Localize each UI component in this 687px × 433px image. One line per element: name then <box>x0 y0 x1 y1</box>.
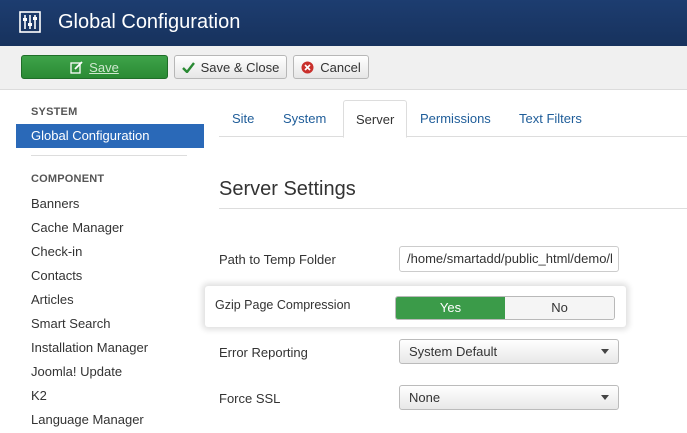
sidebar-item-joomla-update[interactable]: Joomla! Update <box>31 364 122 379</box>
check-icon <box>181 61 195 73</box>
save-button[interactable]: Save <box>21 55 168 79</box>
sidebar-item-cache-manager[interactable]: Cache Manager <box>31 220 124 235</box>
sidebar-item-check-in[interactable]: Check-in <box>31 244 82 259</box>
sidebar-item-language-manager[interactable]: Language Manager <box>31 412 144 427</box>
force-ssl-label: Force SSL <box>219 391 281 406</box>
dropdown-caret-icon <box>601 395 609 400</box>
save-button-label: Save <box>89 59 119 75</box>
sidebar-item-installation-manager[interactable]: Installation Manager <box>31 340 148 355</box>
save-close-button[interactable]: Save & Close <box>174 55 287 79</box>
save-close-label: Save & Close <box>200 59 280 75</box>
force-ssl-select[interactable]: None <box>399 385 619 410</box>
section-title: Server Settings <box>219 178 356 200</box>
section-divider <box>219 208 687 209</box>
app-header: Global Configuration <box>0 0 687 46</box>
gzip-label: Gzip Page Compression <box>215 298 351 312</box>
sidebar-item-global-configuration[interactable]: Global Configuration <box>16 124 204 148</box>
tab-permissions[interactable]: Permissions <box>408 100 503 137</box>
sidebar-item-smart-search[interactable]: Smart Search <box>31 316 110 331</box>
error-reporting-value: System Default <box>409 344 498 359</box>
sidebar-item-articles[interactable]: Articles <box>31 292 74 307</box>
temp-folder-input[interactable]: /home/smartadd/public_html/demo/l <box>399 246 619 272</box>
cancel-button[interactable]: Cancel <box>293 55 369 79</box>
error-reporting-label: Error Reporting <box>219 345 308 360</box>
error-reporting-select[interactable]: System Default <box>399 339 619 364</box>
cancel-label: Cancel <box>320 59 361 75</box>
temp-folder-label: Path to Temp Folder <box>219 252 336 267</box>
sidebar-item-banners[interactable]: Banners <box>31 196 79 211</box>
sliders-icon <box>19 11 41 33</box>
tab-system[interactable]: System <box>271 100 338 137</box>
edit-icon <box>70 60 83 74</box>
sidebar-item-k2[interactable]: K2 <box>31 388 47 403</box>
gzip-toggle: Yes No <box>395 296 615 320</box>
sidebar-divider <box>31 155 187 156</box>
dropdown-caret-icon <box>601 349 609 354</box>
tab-site[interactable]: Site <box>220 100 266 137</box>
gzip-no-option[interactable]: No <box>505 297 614 319</box>
force-ssl-value: None <box>409 390 441 405</box>
toolbar: Save Save & Close Cancel <box>0 46 687 90</box>
tab-server[interactable]: Server <box>343 100 408 138</box>
tab-text-filters[interactable]: Text Filters <box>507 100 594 137</box>
gzip-yes-option[interactable]: Yes <box>396 297 505 319</box>
page-title: Global Configuration <box>58 11 241 33</box>
tab-bar: Site System Server Permissions Text Filt… <box>219 100 687 138</box>
sidebar-heading-component: COMPONENT <box>31 173 105 185</box>
sidebar-item-contacts[interactable]: Contacts <box>31 268 82 283</box>
cancel-circle-icon <box>301 61 314 73</box>
sidebar-heading-system: SYSTEM <box>31 106 78 118</box>
